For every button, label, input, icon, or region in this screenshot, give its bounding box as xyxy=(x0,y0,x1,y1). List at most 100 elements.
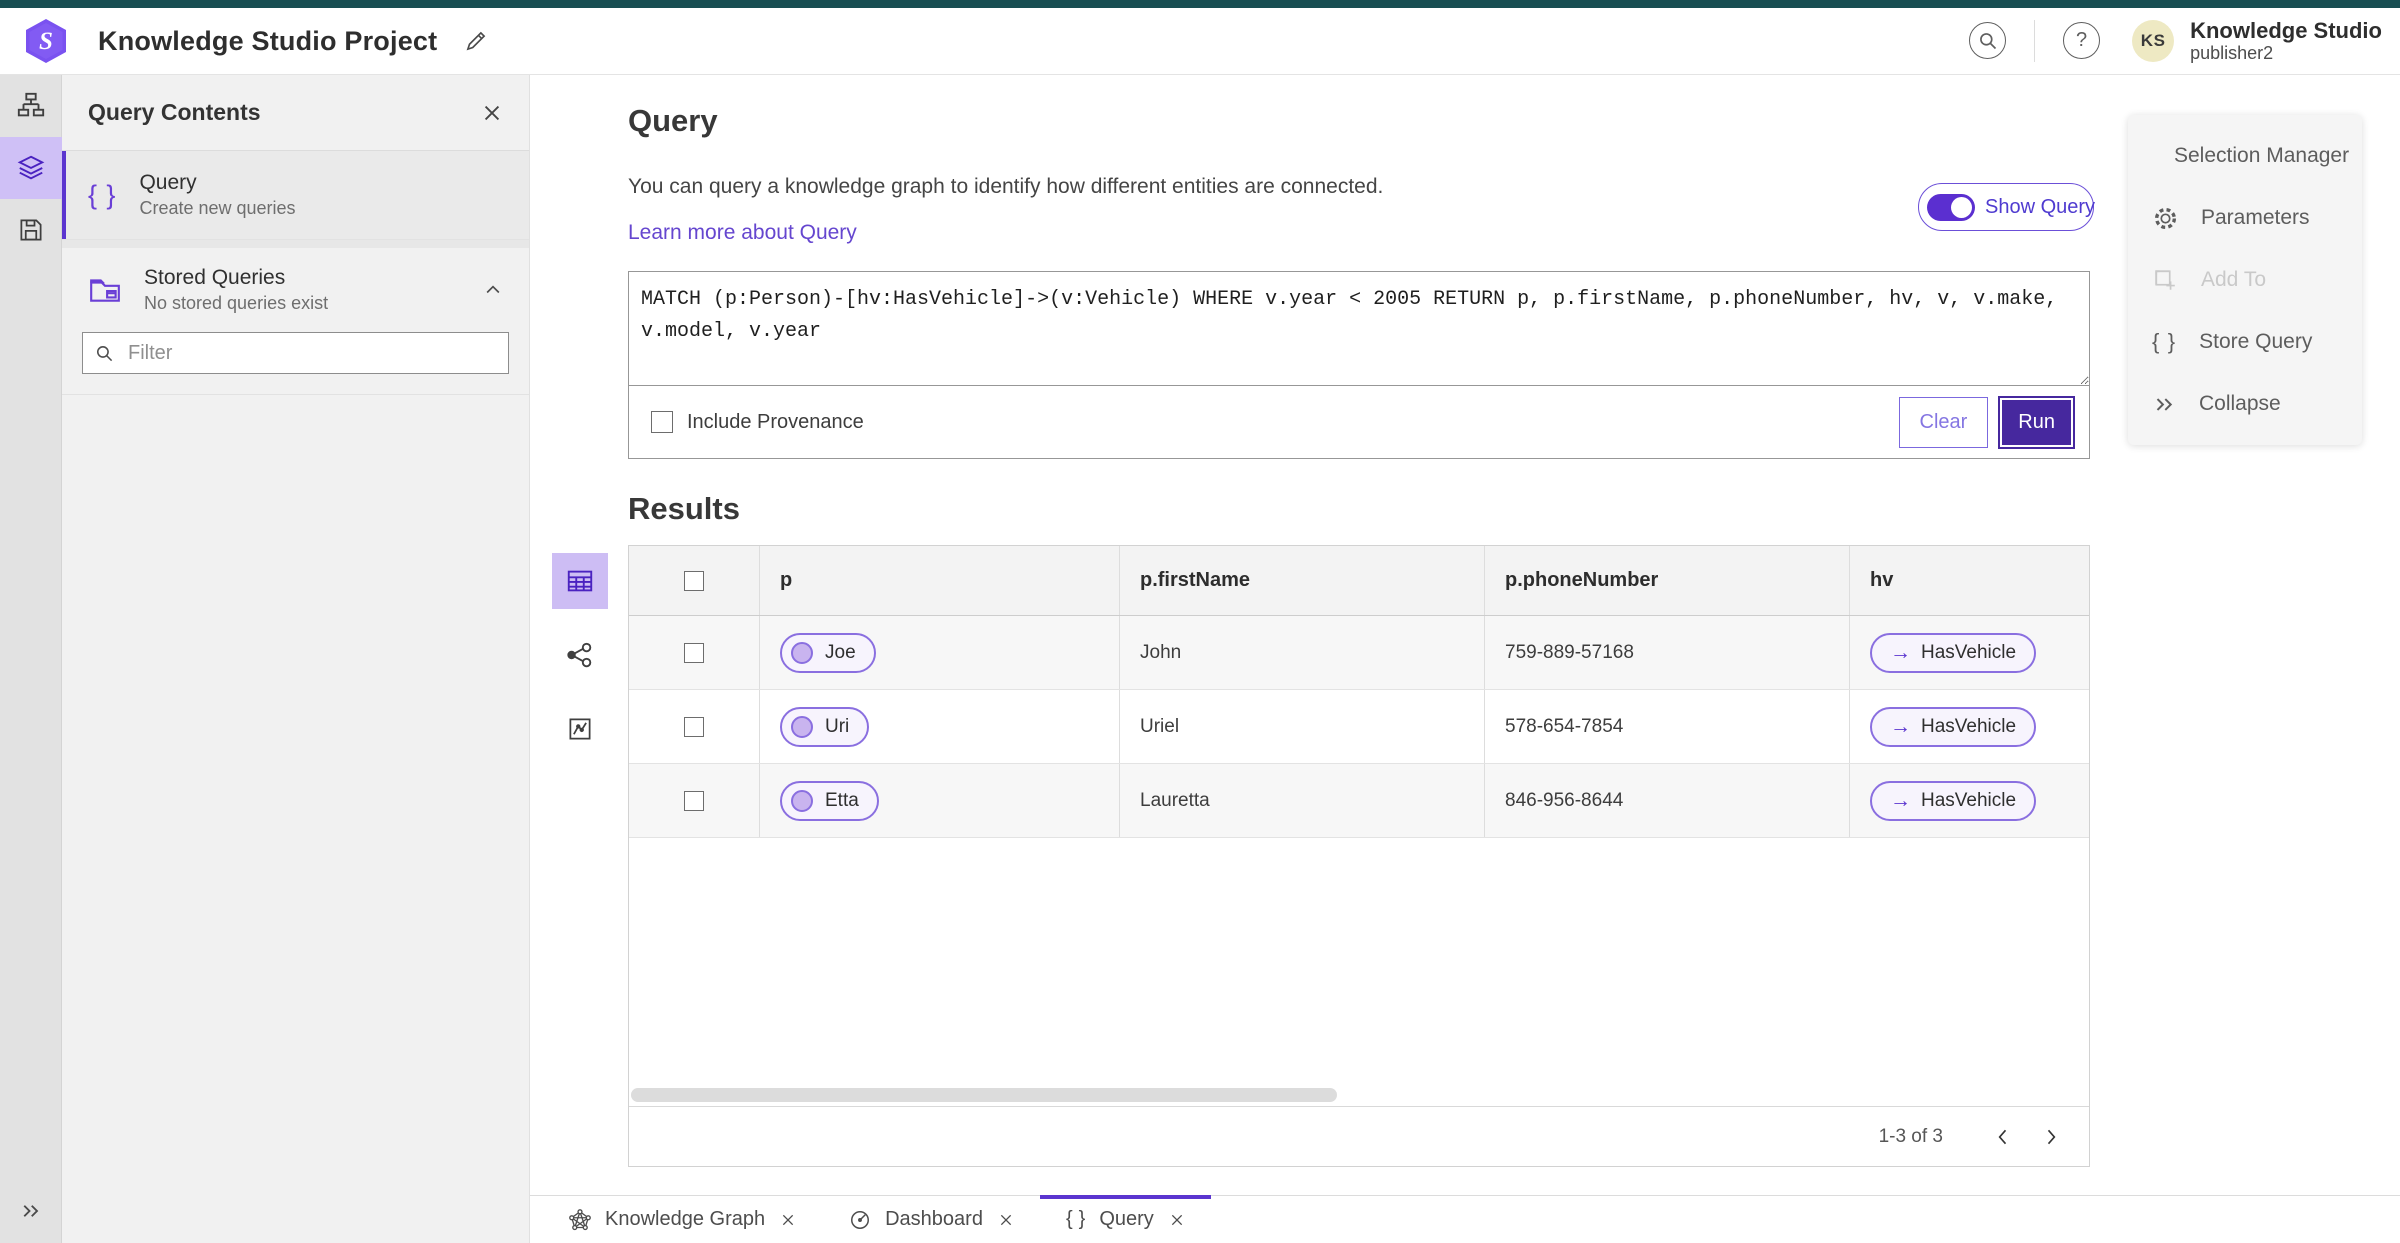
braces-icon: { } xyxy=(88,179,118,210)
query-actions-panel: Selection Manager Parameters Add To { } … xyxy=(2128,115,2362,445)
add-to-icon xyxy=(2155,269,2175,290)
selection-manager-button[interactable]: Selection Manager xyxy=(2128,125,2362,187)
table-header-row: p p.firstName p.phoneNumber hv xyxy=(629,546,2089,616)
learn-more-link[interactable]: Learn more about Query xyxy=(628,221,857,245)
query-input[interactable]: MATCH (p:Person)-[hv:HasVehicle]->(v:Veh… xyxy=(629,272,2089,386)
cell-firstname: John xyxy=(1140,641,1182,663)
stored-queries-sublabel: No stored queries exist xyxy=(144,293,329,313)
add-to-button: Add To xyxy=(2128,249,2362,311)
rail-item-model[interactable] xyxy=(0,75,62,137)
user-info: Knowledge Studio publisher2 xyxy=(2190,18,2382,64)
filter-input[interactable] xyxy=(126,340,496,366)
table-icon xyxy=(567,570,593,592)
edge-label: HasVehicle xyxy=(1921,715,2017,737)
search-icon xyxy=(96,345,113,361)
table-row: Etta Lauretta 846-956-8644 → HasVehicle xyxy=(629,764,2089,838)
clear-button[interactable]: Clear xyxy=(1898,396,1989,448)
close-icon[interactable] xyxy=(1169,1212,1185,1228)
tab-label: Query xyxy=(1099,1208,1154,1230)
edge-label: HasVehicle xyxy=(1921,641,2017,663)
query-item-label: Query xyxy=(139,171,197,194)
edge-pill[interactable]: → HasVehicle xyxy=(1870,706,2037,747)
close-icon[interactable] xyxy=(998,1212,1014,1228)
tab-label: Dashboard xyxy=(885,1208,983,1230)
person-node-pill[interactable]: Uri xyxy=(780,706,870,747)
run-button[interactable]: Run xyxy=(1998,395,2075,449)
rail-expand-button[interactable] xyxy=(0,1189,62,1233)
panel-item-query[interactable]: { } Query Create new queries xyxy=(62,151,529,240)
dashboard-gauge-icon xyxy=(851,1210,870,1229)
search-button[interactable] xyxy=(1969,22,2007,60)
row-checkbox[interactable] xyxy=(684,716,704,737)
show-query-toggle[interactable]: Show Query xyxy=(1918,183,2095,231)
avatar[interactable]: KS xyxy=(2132,19,2175,62)
next-page-button[interactable] xyxy=(2027,1113,2075,1161)
user-name: Knowledge Studio xyxy=(2190,18,2382,43)
help-button[interactable]: ? xyxy=(2063,22,2101,60)
column-header-hv[interactable]: hv xyxy=(1870,569,1893,592)
chart-view-button[interactable] xyxy=(552,701,608,757)
edge-pill[interactable]: → HasVehicle xyxy=(1870,632,2037,673)
stored-queries-header[interactable]: Stored Queries No stored queries exist xyxy=(62,248,529,324)
close-icon[interactable] xyxy=(780,1212,796,1228)
person-node-pill[interactable]: Joe xyxy=(780,632,876,673)
person-node-pill[interactable]: Etta xyxy=(780,780,879,821)
network-icon xyxy=(567,642,592,668)
chevron-left-icon xyxy=(1998,1129,2007,1144)
arrow-right-icon: → xyxy=(1890,641,1911,664)
panel-close-button[interactable] xyxy=(481,102,503,124)
action-label: Selection Manager xyxy=(2174,144,2350,167)
app-header: S Knowledge Studio Project ? KS Knowledg… xyxy=(0,8,2400,75)
table-row: Joe John 759-889-57168 → HasVehicle xyxy=(629,616,2089,690)
table-row: Uri Uriel 578-654-7854 → HasVehicle xyxy=(629,690,2089,764)
graph-view-button[interactable] xyxy=(552,627,608,683)
edit-title-icon[interactable] xyxy=(463,28,489,54)
previous-page-button[interactable] xyxy=(1979,1113,2027,1161)
top-accent-strip xyxy=(0,0,2400,8)
column-header-firstname[interactable]: p.firstName xyxy=(1140,569,1250,592)
cell-phonenumber: 846-956-8644 xyxy=(1505,789,1624,811)
tab-dashboard[interactable]: Dashboard xyxy=(822,1196,1040,1243)
select-all-checkbox[interactable] xyxy=(684,570,704,591)
tab-label: Knowledge Graph xyxy=(605,1208,766,1230)
column-header-p[interactable]: p xyxy=(780,569,792,592)
table-view-button[interactable] xyxy=(552,553,608,609)
query-page-title: Query xyxy=(628,103,718,138)
node-dot-icon xyxy=(791,789,813,812)
node-label: Uri xyxy=(825,715,850,737)
tab-knowledge-graph[interactable]: Knowledge Graph xyxy=(542,1196,822,1243)
query-contents-panel: Query Contents { } Query Create new quer… xyxy=(62,75,530,1243)
collapse-panel-button[interactable]: Collapse xyxy=(2128,373,2362,435)
node-dot-icon xyxy=(791,715,813,738)
left-rail xyxy=(0,75,62,1243)
filter-field[interactable] xyxy=(82,332,509,374)
edge-label: HasVehicle xyxy=(1921,789,2017,811)
cell-firstname: Uriel xyxy=(1140,715,1180,737)
store-query-button[interactable]: { } Store Query xyxy=(2128,311,2362,373)
rail-item-query-layers[interactable] xyxy=(0,137,62,199)
row-checkbox[interactable] xyxy=(684,642,704,663)
tab-query[interactable]: { } Query xyxy=(1039,1195,1211,1243)
panel-title: Query Contents xyxy=(88,99,261,125)
knowledge-graph-icon xyxy=(569,1208,591,1230)
close-icon xyxy=(484,105,500,120)
edge-pill[interactable]: → HasVehicle xyxy=(1870,780,2037,821)
horizontal-scrollbar-thumb[interactable] xyxy=(631,1088,1337,1102)
parameters-button[interactable]: Parameters xyxy=(2128,187,2362,249)
pagination-range: 1-3 of 3 xyxy=(1878,1125,1943,1147)
hierarchy-icon xyxy=(17,92,45,117)
rail-item-save[interactable] xyxy=(0,199,62,261)
include-provenance-checkbox[interactable] xyxy=(651,411,673,433)
horizontal-scrollbar-track xyxy=(629,1084,2089,1106)
action-label: Parameters xyxy=(2201,206,2310,229)
node-label: Etta xyxy=(825,789,859,811)
cell-firstname: Lauretta xyxy=(1140,789,1210,811)
node-dot-icon xyxy=(791,641,813,664)
column-header-phonenumber[interactable]: p.phoneNumber xyxy=(1505,569,1658,592)
chevron-up-icon[interactable] xyxy=(483,280,503,300)
app-logo-icon[interactable]: S xyxy=(22,17,70,65)
braces-icon: { } xyxy=(1065,1208,1087,1230)
query-editor-box: MATCH (p:Person)-[hv:HasVehicle]->(v:Veh… xyxy=(628,271,2090,459)
row-checkbox[interactable] xyxy=(684,790,704,811)
search-icon xyxy=(1979,33,1996,50)
